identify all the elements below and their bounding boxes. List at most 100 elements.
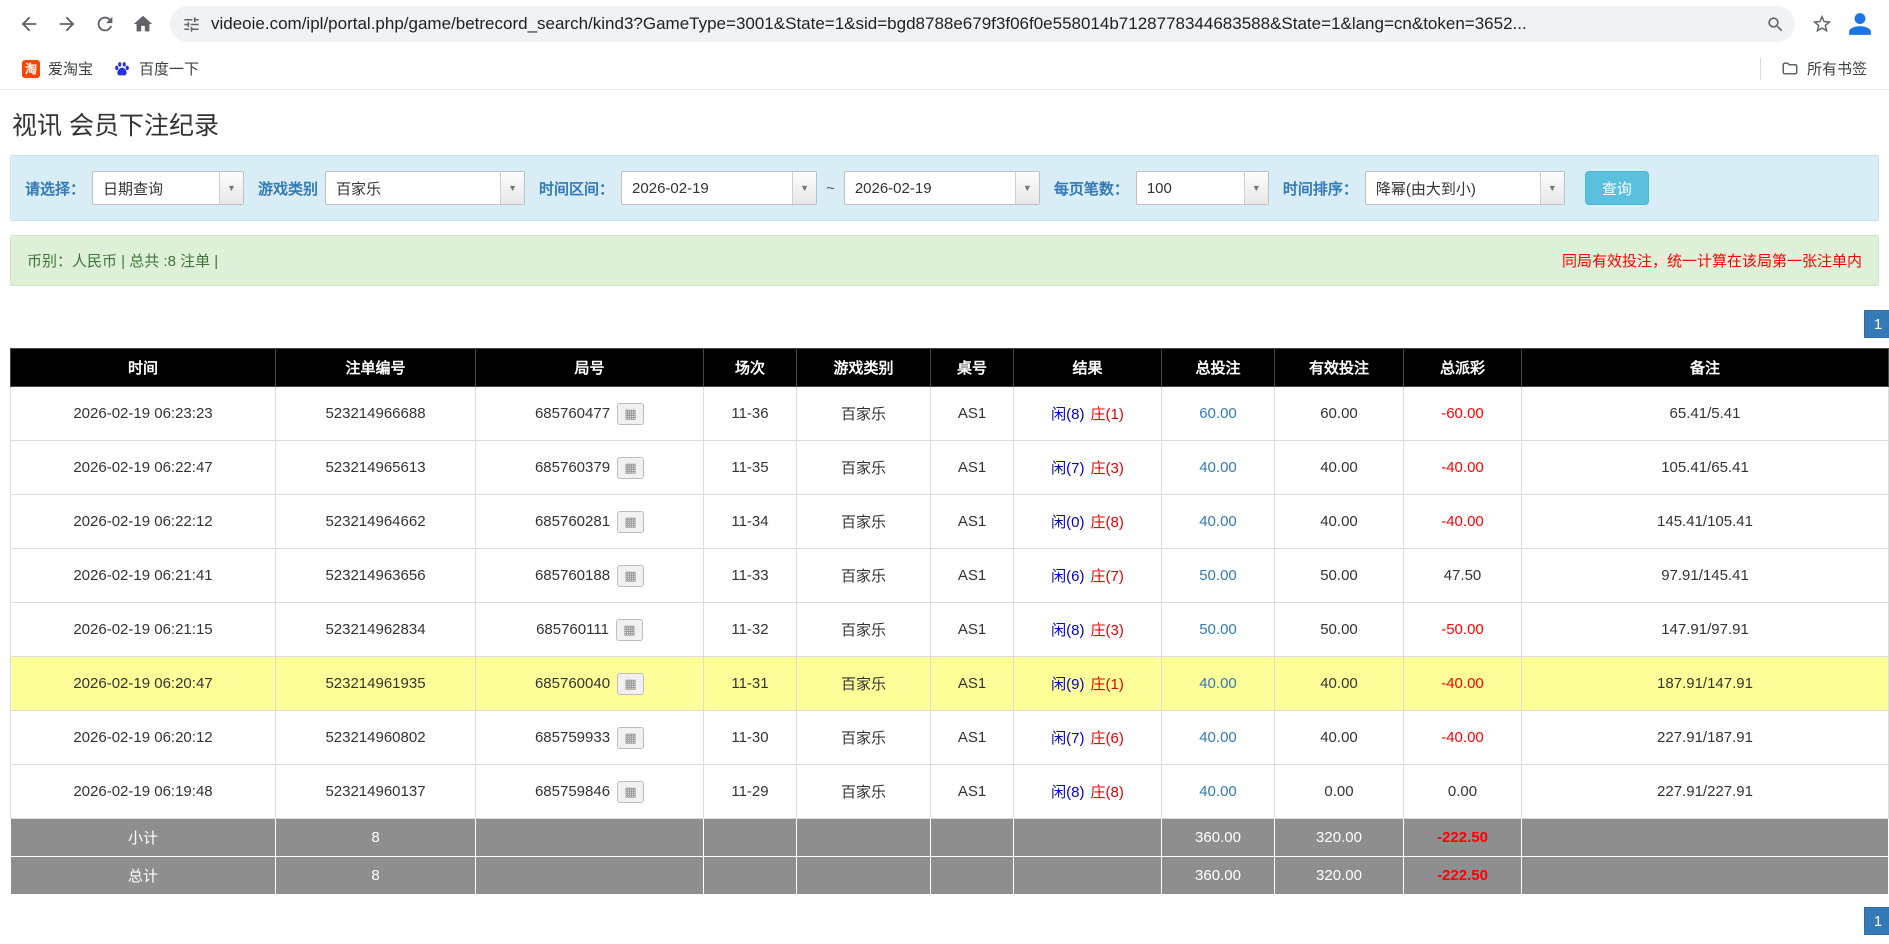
back-icon (18, 13, 40, 35)
cell-round-number: 685760040▦ (476, 657, 704, 711)
page-size-select[interactable]: 100 ▼ (1136, 171, 1269, 205)
bookmark-taobao[interactable]: 淘 爱淘宝 (12, 54, 103, 83)
cell-valid-bet: 50.00 (1275, 549, 1404, 603)
refresh-icon (94, 13, 116, 35)
result-player: 闲(0) (1051, 514, 1084, 531)
cell-total-bet[interactable]: 40.00 (1162, 765, 1275, 819)
result-banker: 庄(3) (1091, 460, 1124, 477)
sort-order-value: 降幂(由大到小) (1366, 172, 1540, 204)
cell-result: 闲(6) 庄(7) (1014, 549, 1162, 603)
cell-total-bet[interactable]: 40.00 (1162, 441, 1275, 495)
time-range-label: 时间区间： (539, 178, 614, 199)
chevron-down-icon[interactable]: ▼ (1015, 172, 1039, 204)
back-button[interactable] (10, 5, 48, 43)
page-1-button[interactable]: 1 (1864, 310, 1889, 338)
cell-table-number: AS1 (931, 549, 1014, 603)
table-row: 2026-02-19 06:22:47523214965613685760379… (11, 441, 1889, 495)
cell-round-number: 685760111▦ (476, 603, 704, 657)
result-banker: 庄(1) (1091, 676, 1124, 693)
page-size-value: 100 (1137, 172, 1244, 204)
cell-remark: 65.41/5.41 (1522, 387, 1889, 441)
result-player: 闲(8) (1051, 622, 1084, 639)
cell-session: 11-31 (704, 657, 797, 711)
query-button[interactable]: 查询 (1585, 171, 1649, 205)
game-type-label: 游戏类别 (258, 178, 318, 199)
cell-time: 2026-02-19 06:22:12 (11, 495, 276, 549)
summary-count: 8 (276, 857, 476, 895)
column-header: 总派彩 (1404, 349, 1522, 387)
refresh-button[interactable] (86, 5, 124, 43)
chevron-down-icon[interactable]: ▼ (1244, 172, 1268, 204)
cell-total-bet[interactable]: 40.00 (1162, 711, 1275, 765)
cell-game-type: 百家乐 (797, 657, 931, 711)
cell-valid-bet: 50.00 (1275, 603, 1404, 657)
roadmap-icon-button[interactable]: ▦ (617, 457, 644, 479)
result-banker: 庄(7) (1091, 568, 1124, 585)
forward-button[interactable] (48, 5, 86, 43)
summary-label: 总计 (11, 857, 276, 895)
sort-order-select[interactable]: 降幂(由大到小) ▼ (1365, 171, 1565, 205)
cell-total-bet[interactable]: 50.00 (1162, 549, 1275, 603)
cell-table-number: AS1 (931, 711, 1014, 765)
cell-bet-number: 523214963656 (276, 549, 476, 603)
bookmark-star-button[interactable] (1803, 5, 1841, 43)
zoom-icon[interactable] (1766, 15, 1785, 34)
star-icon (1811, 13, 1833, 35)
address-bar[interactable]: videoie.com/ipl/portal.php/game/betrecor… (170, 6, 1795, 42)
home-button[interactable] (124, 5, 162, 43)
roadmap-icon-button[interactable]: ▦ (617, 673, 644, 695)
table-row: 2026-02-19 06:23:23523214966688685760477… (11, 387, 1889, 441)
roadmap-icon-button[interactable]: ▦ (616, 619, 643, 641)
summary-row: 总计8360.00320.00-222.50 (11, 857, 1889, 895)
cell-time: 2026-02-19 06:21:41 (11, 549, 276, 603)
cell-time: 2026-02-19 06:21:15 (11, 603, 276, 657)
chevron-down-icon[interactable]: ▼ (1540, 172, 1564, 204)
roadmap-icon-button[interactable]: ▦ (617, 403, 644, 425)
profile-button[interactable] (1841, 5, 1879, 43)
cell-total-bet[interactable]: 60.00 (1162, 387, 1275, 441)
result-banker: 庄(8) (1091, 784, 1124, 801)
cell-total-bet[interactable]: 40.00 (1162, 495, 1275, 549)
cell-bet-number: 523214965613 (276, 441, 476, 495)
roadmap-icon: ▦ (624, 407, 636, 420)
result-player: 闲(6) (1051, 568, 1084, 585)
summary-label: 小计 (11, 819, 276, 857)
date-to-value: 2026-02-19 (845, 172, 1015, 204)
bookmarks-divider (1760, 58, 1761, 80)
url-text[interactable]: videoie.com/ipl/portal.php/game/betrecor… (211, 14, 1756, 34)
cell-game-type: 百家乐 (797, 387, 931, 441)
cell-payout: -40.00 (1404, 441, 1522, 495)
roadmap-icon-button[interactable]: ▦ (617, 565, 644, 587)
summary-bar: 币别：人民币 | 总共 :8 注单 | 同局有效投注，统一计算在该局第一张注单内 (10, 235, 1879, 286)
all-bookmarks-button[interactable]: 所有书签 (1771, 54, 1877, 83)
cell-bet-number: 523214960802 (276, 711, 476, 765)
bookmark-baidu[interactable]: 百度一下 (103, 54, 209, 83)
cell-result: 闲(8)庄(3) (1014, 603, 1162, 657)
game-type-select[interactable]: 百家乐 ▼ (325, 171, 525, 205)
cell-remark: 97.91/145.41 (1522, 549, 1889, 603)
cell-total-bet[interactable]: 40.00 (1162, 657, 1275, 711)
browser-toolbar: videoie.com/ipl/portal.php/game/betrecor… (0, 0, 1889, 48)
forward-icon (56, 13, 78, 35)
query-type-select[interactable]: 日期查询 ▼ (92, 171, 244, 205)
cell-game-type: 百家乐 (797, 495, 931, 549)
date-to-select[interactable]: 2026-02-19 ▼ (844, 171, 1040, 205)
game-type-value: 百家乐 (326, 172, 500, 204)
profile-avatar-icon (1847, 11, 1873, 37)
cell-table-number: AS1 (931, 387, 1014, 441)
roadmap-icon-button[interactable]: ▦ (617, 511, 644, 533)
cell-session: 11-33 (704, 549, 797, 603)
date-from-select[interactable]: 2026-02-19 ▼ (621, 171, 817, 205)
cell-total-bet[interactable]: 50.00 (1162, 603, 1275, 657)
chevron-down-icon[interactable]: ▼ (500, 172, 524, 204)
chevron-down-icon[interactable]: ▼ (219, 172, 243, 204)
cell-time: 2026-02-19 06:20:12 (11, 711, 276, 765)
column-header: 场次 (704, 349, 797, 387)
roadmap-icon-button[interactable]: ▦ (617, 727, 644, 749)
site-settings-icon[interactable] (182, 15, 201, 34)
chevron-down-icon[interactable]: ▼ (792, 172, 816, 204)
page-1-button[interactable]: 1 (1864, 907, 1889, 935)
roadmap-icon-button[interactable]: ▦ (617, 781, 644, 803)
same-round-notice: 同局有效投注，统一计算在该局第一张注单内 (1562, 250, 1862, 271)
cell-result: 闲(8)庄(1) (1014, 387, 1162, 441)
